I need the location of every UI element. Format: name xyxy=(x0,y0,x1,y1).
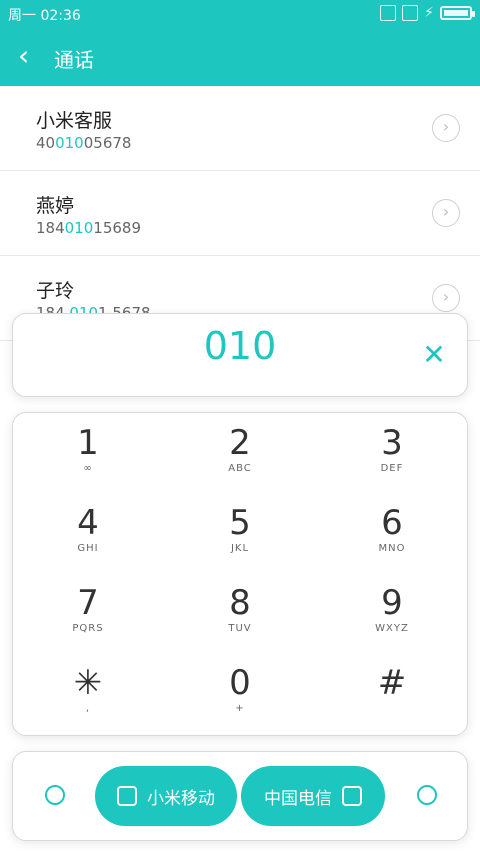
key-0[interactable]: 0 + xyxy=(165,653,315,735)
key-6[interactable]: 6 MNO xyxy=(317,493,467,575)
dial-keypad: 1 ∞ 2 ABC 3 DEF 4 GHI 5 JKL 6 MNO 7 PQRS… xyxy=(12,412,468,736)
page-title: 通话 xyxy=(54,48,94,72)
key-9[interactable]: 9 WXYZ xyxy=(317,573,467,655)
contact-name: 小米客服 xyxy=(36,110,113,132)
chevron-right-icon[interactable]: › xyxy=(432,199,460,227)
status-time: 周一 02:36 xyxy=(8,8,81,24)
status-bar: 周一 02:36 ⚡ xyxy=(0,0,480,28)
call-sim2-button[interactable]: 中国电信 xyxy=(241,766,385,826)
list-item[interactable]: 燕婷 18401015689 › xyxy=(0,171,480,256)
chevron-right-icon[interactable]: › xyxy=(432,284,460,312)
contact-number: 18401015689 xyxy=(36,219,141,237)
close-icon[interactable]: ✕ xyxy=(419,340,449,370)
key-hash[interactable]: # xyxy=(317,653,467,735)
chevron-left-icon[interactable]: ‹ xyxy=(18,40,29,72)
sim2-label: 中国电信 xyxy=(264,788,332,809)
contact-name: 子玲 xyxy=(36,280,75,302)
right-indicator-icon[interactable] xyxy=(417,785,437,805)
contact-number: 4001005678 xyxy=(36,134,132,152)
battery-icon xyxy=(440,6,475,20)
key-2[interactable]: 2 ABC xyxy=(165,413,315,495)
key-star[interactable]: ✳ , xyxy=(13,653,163,735)
contact-list: 小米客服 4001005678 › 燕婷 18401015689 › 子玲 18… xyxy=(0,86,480,341)
dialed-digits: 010 xyxy=(203,324,277,368)
voicemail-icon: ∞ xyxy=(83,463,93,474)
chevron-right-icon[interactable]: › xyxy=(432,114,460,142)
contact-name: 燕婷 xyxy=(36,195,75,217)
phone-icon xyxy=(342,786,362,806)
key-3[interactable]: 3 DEF xyxy=(317,413,467,495)
key-1[interactable]: 1 ∞ xyxy=(13,413,163,495)
key-7[interactable]: 7 PQRS xyxy=(13,573,163,655)
qr-icon xyxy=(380,5,397,21)
left-indicator-icon[interactable] xyxy=(45,785,65,805)
key-4[interactable]: 4 GHI xyxy=(13,493,163,575)
charging-icon: ⚡ xyxy=(424,5,434,21)
call-action-bar: 小米移动 中国电信 xyxy=(12,751,468,841)
sim1-label: 小米移动 xyxy=(147,788,215,809)
dial-number-display: 010 ✕ xyxy=(12,313,468,397)
call-sim1-button[interactable]: 小米移动 xyxy=(95,766,237,826)
key-8[interactable]: 8 TUV xyxy=(165,573,315,655)
phone-icon xyxy=(117,786,137,806)
status-icons: ⚡ xyxy=(380,5,475,21)
key-5[interactable]: 5 JKL xyxy=(165,493,315,575)
sim-blocked-icon xyxy=(402,5,419,21)
app-header: ‹ 通话 xyxy=(0,28,480,86)
list-item[interactable]: 小米客服 4001005678 › xyxy=(0,86,480,171)
